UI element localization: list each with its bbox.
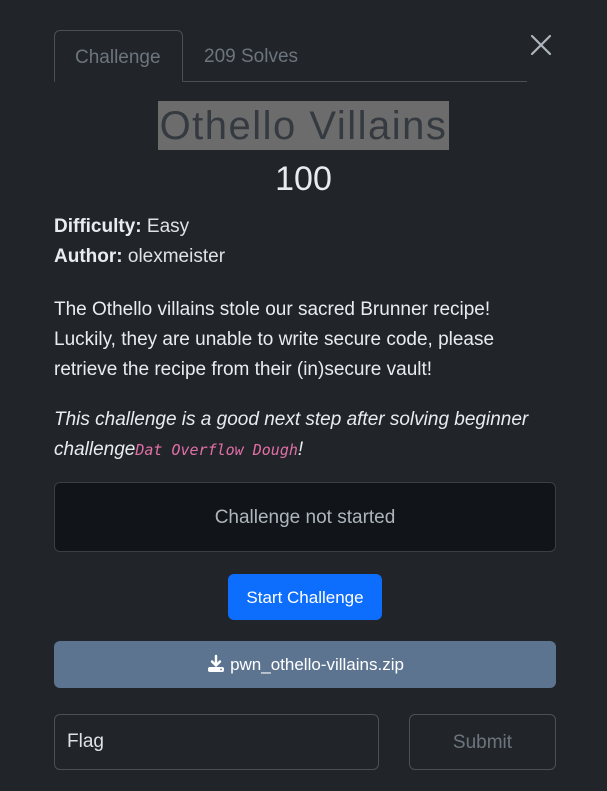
download-file-button[interactable]: pwn_othello-villains.zip: [54, 641, 556, 688]
challenge-points: 100: [275, 160, 332, 198]
challenge-note: This challenge is a good next step after…: [54, 405, 554, 465]
submit-button[interactable]: Submit: [409, 714, 556, 770]
challenge-description: The Othello villains stole our sacred Br…: [54, 299, 495, 380]
difficulty-row: Difficulty: Easy: [54, 216, 189, 238]
download-filename: pwn_othello-villains.zip: [230, 655, 404, 674]
note-suffix: !: [297, 439, 304, 460]
download-icon: [208, 654, 225, 672]
challenge-status: Challenge not started: [54, 482, 556, 552]
challenge-tabs: Challenge 209 Solves: [54, 30, 527, 82]
close-button[interactable]: [528, 32, 554, 58]
author-value: olexmeister: [127, 246, 226, 267]
flag-input[interactable]: [54, 714, 379, 770]
title-wrapper: Othello Villains: [0, 101, 607, 150]
start-challenge-button[interactable]: Start Challenge: [228, 574, 382, 620]
challenge-modal: Challenge 209 Solves Othello Villains 10…: [0, 0, 607, 791]
author-row: Author: olexmeister: [54, 246, 225, 268]
difficulty-value: Easy: [146, 216, 190, 237]
tab-challenge[interactable]: Challenge: [54, 30, 183, 82]
close-icon: [530, 34, 552, 56]
tab-solves[interactable]: 209 Solves: [184, 30, 318, 81]
challenge-title: Othello Villains: [157, 101, 450, 150]
difficulty-label: Difficulty:: [54, 216, 142, 237]
note-code: Dat Overflow Dough: [135, 441, 298, 459]
author-label: Author:: [54, 246, 123, 267]
